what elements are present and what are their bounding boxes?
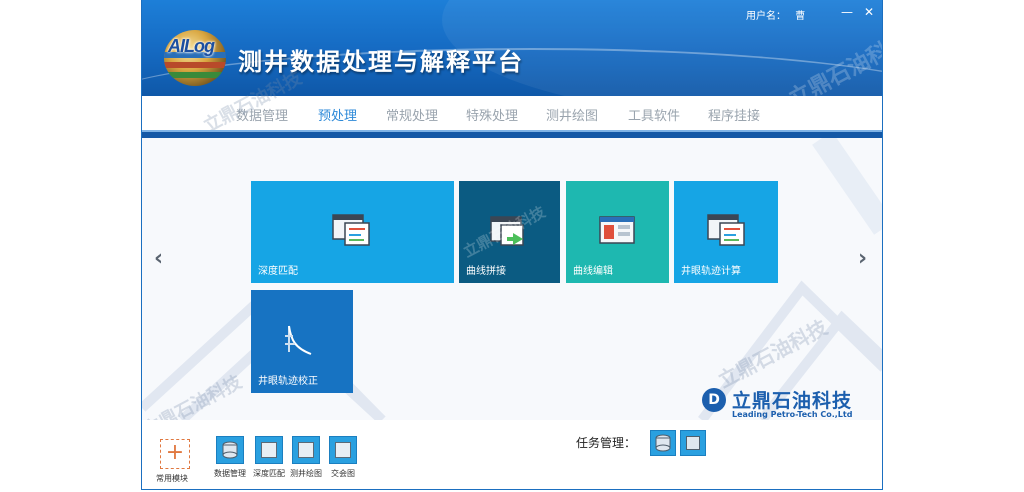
next-page-arrow[interactable]: ›: [858, 246, 867, 271]
trajectory-curve-icon: [285, 325, 312, 355]
shortcut-label: 测井绘图: [290, 469, 322, 478]
tile-label: 曲线拼接: [466, 266, 506, 277]
bottom-toolbar: + 常用模块 数据管理 深度匹配 测井绘图 交会图 任务管理：: [142, 420, 882, 489]
app-window: AILog 测井数据处理与解释平台 用户名： 曹 — ✕ 立鼎石油科技 数据管理…: [141, 0, 883, 490]
shortcut-label: 深度匹配: [253, 469, 285, 478]
main-menu: 数据管理 预处理 常规处理 特殊处理 测井绘图 工具软件 程序挂接 立鼎石油科技: [142, 68, 882, 137]
software-window-edit-icon: [599, 216, 635, 244]
software-windows-icon: [332, 214, 370, 246]
add-module-button[interactable]: +: [160, 439, 190, 469]
task-map-icon[interactable]: [680, 430, 706, 456]
crossplot-icon: [329, 436, 357, 464]
app-header: AILog 测井数据处理与解释平台 用户名： 曹 — ✕ 立鼎石油科技: [142, 0, 882, 96]
shortcut-label: 数据管理: [214, 469, 246, 478]
tile-label: 曲线编辑: [573, 266, 613, 277]
user-info: 用户名： 曹: [746, 7, 805, 22]
logo-stripe: [164, 62, 226, 68]
tile-trajectory-calculation[interactable]: 井眼轨迹计算: [674, 181, 778, 283]
menu-item-well-plotting[interactable]: 测井绘图: [546, 105, 598, 124]
logo-stripe: [164, 72, 226, 78]
menu-item-special-processing[interactable]: 特殊处理: [466, 105, 518, 124]
close-button[interactable]: ✕: [860, 4, 878, 20]
shortcut-label: 交会图: [331, 469, 355, 478]
shortcut-data-management[interactable]: 数据管理: [213, 436, 247, 479]
minimize-button[interactable]: —: [838, 4, 856, 20]
tile-label: 井眼轨迹校正: [258, 376, 318, 387]
shortcut-depth-matching[interactable]: 深度匹配: [252, 436, 286, 479]
depth-match-icon: [255, 436, 283, 464]
menu-item-program-plugins[interactable]: 程序挂接: [708, 105, 760, 124]
menu-item-preprocessing[interactable]: 预处理: [318, 105, 357, 124]
task-manager-label: 任务管理：: [576, 436, 637, 450]
task-database-icon[interactable]: [650, 430, 676, 456]
shortcut-crossplot[interactable]: 交会图: [326, 436, 360, 479]
company-name-cn: 立鼎石油科技: [732, 390, 853, 412]
watermark: 立鼎石油科技: [460, 202, 549, 262]
tile-curve-splicing[interactable]: 曲线拼接 立鼎石油科技: [459, 181, 560, 283]
module-panel: ‹ › 深度匹配 曲线拼接 立鼎石油科技 曲线编辑 井眼轨迹计算 井眼轨迹校正 …: [142, 138, 882, 420]
software-windows-icon: [707, 214, 745, 246]
tile-label: 深度匹配: [258, 266, 298, 277]
menu-item-conventional-processing[interactable]: 常规处理: [386, 105, 438, 124]
user-label: 用户名：: [746, 11, 786, 22]
tile-depth-matching[interactable]: 深度匹配: [251, 181, 454, 283]
tile-label: 井眼轨迹计算: [681, 266, 741, 277]
company-name-en: Leading Petro-Tech Co.,Ltd: [732, 410, 853, 419]
tile-trajectory-correction[interactable]: 井眼轨迹校正: [251, 290, 353, 393]
database-icon: [216, 436, 244, 464]
well-plot-icon: [292, 436, 320, 464]
menu-item-tools[interactable]: 工具软件: [628, 105, 680, 124]
app-logo-text: AILog: [168, 36, 215, 56]
shortcut-well-plotting[interactable]: 测井绘图: [289, 436, 323, 479]
tile-curve-editing[interactable]: 曲线编辑: [566, 181, 669, 283]
prev-page-arrow[interactable]: ‹: [154, 246, 163, 271]
user-name: 曹: [795, 11, 806, 22]
company-logo-mark: D: [702, 388, 726, 412]
add-module-caption: 常用模块: [156, 474, 188, 483]
